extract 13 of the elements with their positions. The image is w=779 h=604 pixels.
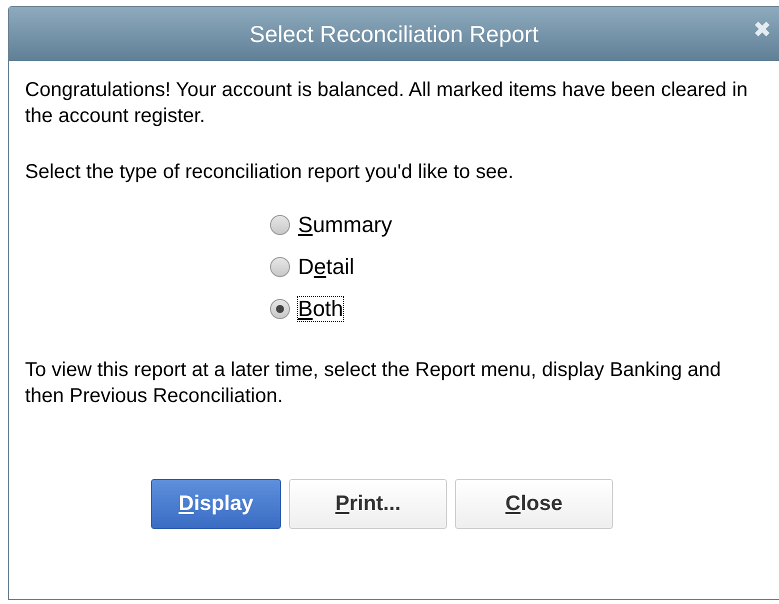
- radio-button[interactable]: [270, 299, 290, 319]
- dialog-button[interactable]: Close: [455, 479, 613, 529]
- note-text: To view this report at a later time, select the Report menu, display Banking and then Previous Reconciliation.: [25, 358, 722, 409]
- radio-button[interactable]: [270, 257, 290, 277]
- dialog-button[interactable]: Print...: [289, 479, 447, 529]
- dialog-button[interactable]: Display: [151, 479, 281, 529]
- window-title: Select Reconciliation Report: [250, 20, 538, 49]
- radio-label[interactable]: Summary: [298, 213, 392, 237]
- message-text: Congratulations! Your account is balanced. All marked items have been cleared in the account register.: [25, 78, 749, 129]
- radio-label[interactable]: Both: [298, 297, 344, 321]
- radio-label[interactable]: Detail: [298, 255, 354, 279]
- prompt-text: Select the type of reconciliation report you'd like to see.: [25, 160, 515, 185]
- radio-button[interactable]: [270, 215, 290, 235]
